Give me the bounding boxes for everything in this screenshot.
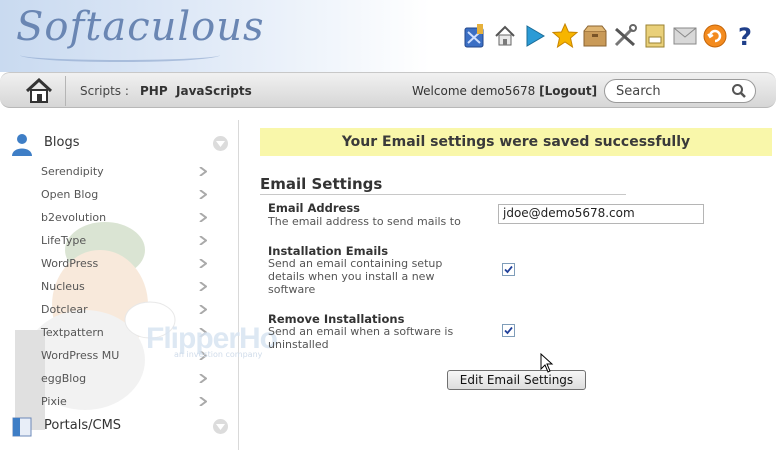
sidebar-item-label: Open Blog xyxy=(41,188,99,201)
section-title: Email Settings xyxy=(260,175,383,193)
main-content: Your Email settings were saved successfu… xyxy=(250,126,776,450)
email-field[interactable]: jdoe@demo5678.com xyxy=(498,204,704,224)
arrow-right-icon xyxy=(199,213,207,222)
sidebar-category-portals-cms[interactable]: Portals/CMS xyxy=(10,415,230,439)
sidebar-item-label: WordPress MU xyxy=(41,349,120,362)
nav-link-javascripts[interactable]: JavaScripts xyxy=(176,84,252,98)
chevron-down-icon[interactable] xyxy=(213,136,228,151)
backup-icon[interactable] xyxy=(642,22,668,50)
mouse-cursor-icon xyxy=(540,352,554,377)
arrow-right-icon xyxy=(199,374,207,383)
home-icon[interactable] xyxy=(492,22,518,50)
nav-link-php[interactable]: PHP xyxy=(140,84,168,98)
welcome-text: Welcome demo5678 [Logout] xyxy=(412,84,597,98)
sidebar-item-lifetype[interactable]: LifeType xyxy=(41,232,211,250)
sidebar: Blogs Serendipity Open Blog b2evolution … xyxy=(0,126,238,450)
portal-icon xyxy=(12,417,32,437)
edit-email-settings-button[interactable]: Edit Email Settings xyxy=(447,370,586,390)
installation-emails-description: Send an email containing setup details w… xyxy=(268,257,443,296)
sidebar-item-label: Pixie xyxy=(41,395,67,408)
play-icon[interactable] xyxy=(522,22,548,50)
arrow-right-icon xyxy=(199,305,207,314)
scripts-label: Scripts : xyxy=(80,84,129,98)
tools-icon[interactable] xyxy=(612,22,638,50)
arrow-right-icon xyxy=(199,282,207,291)
checkmark-icon xyxy=(504,265,513,274)
section-divider xyxy=(260,194,626,195)
email-icon[interactable] xyxy=(672,22,698,50)
top-toolbar: ? xyxy=(462,22,758,50)
softaculous-logo[interactable]: Softaculous xyxy=(16,4,265,50)
sidebar-item-b2evolution[interactable]: b2evolution xyxy=(41,209,211,227)
sidebar-item-pixie[interactable]: Pixie xyxy=(41,393,211,411)
sidebar-divider xyxy=(238,120,239,450)
search-placeholder: Search xyxy=(616,84,661,99)
box-icon[interactable] xyxy=(582,22,608,50)
sidebar-item-label: Nucleus xyxy=(41,280,85,293)
email-address-label: Email Address xyxy=(268,201,361,215)
sidebar-item-wordpress[interactable]: WordPress xyxy=(41,255,211,273)
sidebar-item-label: Dotclear xyxy=(41,303,88,316)
sidebar-item-label: Serendipity xyxy=(41,165,104,178)
sidebar-item-serendipity[interactable]: Serendipity xyxy=(41,163,211,181)
header: Softaculous ? xyxy=(0,0,776,72)
sidebar-item-label: WordPress xyxy=(41,257,99,270)
success-message: Your Email settings were saved successfu… xyxy=(260,128,772,156)
sidebar-item-label: LifeType xyxy=(41,234,87,247)
installation-emails-label: Installation Emails xyxy=(268,244,389,258)
sidebar-item-eggblog[interactable]: eggBlog xyxy=(41,370,211,388)
sidebar-category-blogs[interactable]: Blogs xyxy=(10,132,230,156)
sidebar-item-dotclear[interactable]: Dotclear xyxy=(41,301,211,319)
sidebar-item-nucleus[interactable]: Nucleus xyxy=(41,278,211,296)
user-icon xyxy=(12,134,32,156)
remove-installations-description: Send an email when a software is uninsta… xyxy=(268,325,454,351)
arrow-right-icon xyxy=(199,167,207,176)
sidebar-item-open-blog[interactable]: Open Blog xyxy=(41,186,211,204)
sidebar-item-label: eggBlog xyxy=(41,372,87,385)
arrow-right-icon xyxy=(199,236,207,245)
nav-home-button[interactable] xyxy=(12,76,66,106)
arrow-right-icon xyxy=(199,190,207,199)
email-address-description: The email address to send mails to xyxy=(268,215,461,228)
search-icon[interactable] xyxy=(731,83,747,103)
arrow-right-icon xyxy=(199,397,207,406)
star-icon[interactable] xyxy=(552,22,578,50)
logo-swoosh xyxy=(20,48,220,62)
logout-link[interactable]: [Logout] xyxy=(539,84,597,98)
checkmark-icon xyxy=(504,326,513,335)
scripts-icon[interactable] xyxy=(462,22,488,50)
help-icon[interactable]: ? xyxy=(732,22,758,50)
welcome-user: Welcome demo5678 xyxy=(412,84,536,98)
update-icon[interactable] xyxy=(702,22,728,50)
sidebar-item-label: b2evolution xyxy=(41,211,107,224)
remove-installations-label: Remove Installations xyxy=(268,312,405,326)
house-icon xyxy=(25,78,52,103)
svg-text:?: ? xyxy=(738,23,752,49)
search-input[interactable]: Search xyxy=(604,79,756,103)
category-label: Blogs xyxy=(44,135,80,150)
chevron-down-icon[interactable] xyxy=(213,419,228,434)
remove-installations-checkbox[interactable] xyxy=(502,324,515,337)
arrow-right-icon xyxy=(199,259,207,268)
installation-emails-checkbox[interactable] xyxy=(502,263,515,276)
category-label: Portals/CMS xyxy=(44,418,122,433)
sidebar-item-label: Textpattern xyxy=(41,326,104,339)
